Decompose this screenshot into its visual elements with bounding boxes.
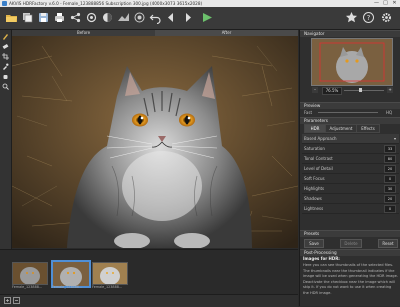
window-title: AKVIS HDRFactory v.6.0 - Female_12388885… — [9, 1, 203, 6]
remove-image-icon[interactable] — [13, 297, 20, 304]
thumbnail[interactable] — [92, 262, 128, 285]
image-filmstrip: Female_123888... Female_123888... Female… — [0, 249, 298, 290]
param-value[interactable]: 20 — [384, 195, 396, 203]
param-value[interactable]: 80 — [384, 155, 396, 163]
add-image-icon[interactable] — [4, 297, 11, 304]
tab-adjustment[interactable]: Adjustment — [325, 124, 357, 133]
preview-title: Preview — [304, 103, 321, 108]
hints-text: Here you can see thumbnails of the selec… — [303, 263, 398, 295]
method-label: Based Approach — [304, 136, 337, 141]
param-label: Tonal Contrast — [304, 156, 333, 161]
app-icon — [2, 1, 7, 6]
post-processing-header[interactable]: Post-Processing — [300, 249, 400, 256]
maximize-button[interactable]: □ — [381, 0, 390, 7]
param-row-soft-focus[interactable]: Soft Focus 0 — [302, 174, 399, 184]
parameters-header: Parameters — [300, 117, 400, 124]
param-row-shadows[interactable]: Shadows 20 — [302, 194, 399, 204]
contrast-icon[interactable] — [101, 11, 114, 24]
method-select[interactable]: Based Approach ▾ — [302, 134, 399, 144]
main-toolbar: ? — [0, 7, 400, 30]
bracket-icon[interactable] — [133, 11, 146, 24]
param-row-lightness[interactable]: Lightness 0 — [302, 204, 399, 214]
post-processing-title: Post-Processing — [304, 250, 337, 255]
delete-preset-button[interactable]: Delete — [340, 239, 362, 248]
preview-hq-label: HQ — [386, 110, 393, 115]
param-label: Soft Focus — [304, 176, 325, 181]
hdr-run-icon[interactable] — [201, 11, 214, 24]
hints-title: Images for HDR: — [303, 256, 340, 261]
undo-icon[interactable] — [149, 11, 162, 24]
thumbnail[interactable] — [12, 262, 48, 285]
zoom-out-button[interactable]: – — [312, 87, 318, 93]
param-row-saturation[interactable]: Saturation 33 — [302, 144, 399, 154]
reset-preset-button[interactable]: Reset — [378, 239, 398, 248]
thumbnail-label: Female_123888... — [52, 285, 83, 289]
share-icon[interactable] — [69, 11, 82, 24]
zoom-level[interactable]: 76.5% — [322, 87, 342, 95]
param-value[interactable]: 20 — [384, 165, 396, 173]
param-value[interactable]: 0 — [384, 205, 396, 213]
param-label: Highlights — [304, 186, 325, 191]
zoom-in-button[interactable]: + — [387, 87, 393, 93]
param-label: Saturation — [304, 146, 325, 151]
crop-icon[interactable] — [2, 53, 9, 60]
param-row-level-of-detail[interactable]: Level of Detail 20 — [302, 164, 399, 174]
tab-hdr[interactable]: HDR — [304, 124, 326, 133]
param-value[interactable]: 33 — [384, 145, 396, 153]
minimize-button[interactable]: — — [372, 0, 381, 7]
picker-icon[interactable] — [2, 63, 9, 70]
param-row-tonal-contrast[interactable]: Tonal Contrast 80 — [302, 154, 399, 164]
param-value[interactable]: 0 — [384, 175, 396, 183]
tab-effects[interactable]: Effects — [356, 124, 380, 133]
tonemap-icon[interactable] — [117, 11, 130, 24]
status-bar — [0, 294, 298, 307]
title-bar: AKVIS HDRFactory v.6.0 - Female_12388885… — [0, 0, 400, 7]
save-icon[interactable] — [37, 11, 50, 24]
param-value[interactable]: 30 — [384, 185, 396, 193]
presets-header: Presets — [300, 230, 400, 237]
parameters-title: Parameters — [304, 118, 328, 123]
presets-title: Presets — [304, 231, 320, 236]
close-button[interactable]: ✕ — [390, 0, 399, 7]
navigator-header: Navigator — [300, 30, 400, 37]
preview-fast-label: Fast — [304, 110, 313, 115]
right-panel: Navigator – 76.5% + Preview Fast HQ Para… — [299, 30, 400, 306]
hand-icon[interactable] — [2, 73, 9, 80]
batch-icon[interactable] — [21, 11, 34, 24]
thumbnail-label: Female_123888... — [12, 285, 43, 289]
param-label: Level of Detail — [304, 166, 333, 171]
preview-slider[interactable] — [318, 112, 378, 113]
thumbnail-label: Female_123888... — [92, 285, 123, 289]
prev-icon[interactable] — [165, 11, 178, 24]
print-icon[interactable] — [53, 11, 66, 24]
svg-text:?: ? — [367, 14, 371, 22]
blog-icon[interactable] — [345, 11, 358, 24]
zoom-slider[interactable] — [344, 87, 384, 93]
chevron-down-icon: ▾ — [393, 136, 396, 141]
zoom-icon[interactable] — [2, 83, 9, 90]
brush-icon[interactable] — [2, 33, 9, 40]
eraser-icon[interactable] — [2, 43, 9, 50]
settings-icon[interactable] — [85, 11, 98, 24]
navigator-title: Navigator — [304, 31, 325, 36]
next-icon[interactable] — [181, 11, 194, 24]
navigator-preview[interactable] — [311, 38, 393, 86]
gear-icon[interactable] — [380, 11, 393, 24]
open-icon[interactable] — [5, 11, 18, 24]
preview-header: Preview — [300, 102, 400, 109]
thumbnail-selected[interactable] — [51, 260, 91, 288]
param-label: Shadows — [304, 196, 322, 201]
param-label: Lightness — [304, 206, 324, 211]
image-canvas[interactable] — [12, 36, 298, 248]
save-preset-button[interactable]: Save — [304, 239, 324, 248]
param-row-highlights[interactable]: Highlights 30 — [302, 184, 399, 194]
cat-photo — [12, 36, 298, 248]
help-icon[interactable]: ? — [362, 11, 375, 24]
